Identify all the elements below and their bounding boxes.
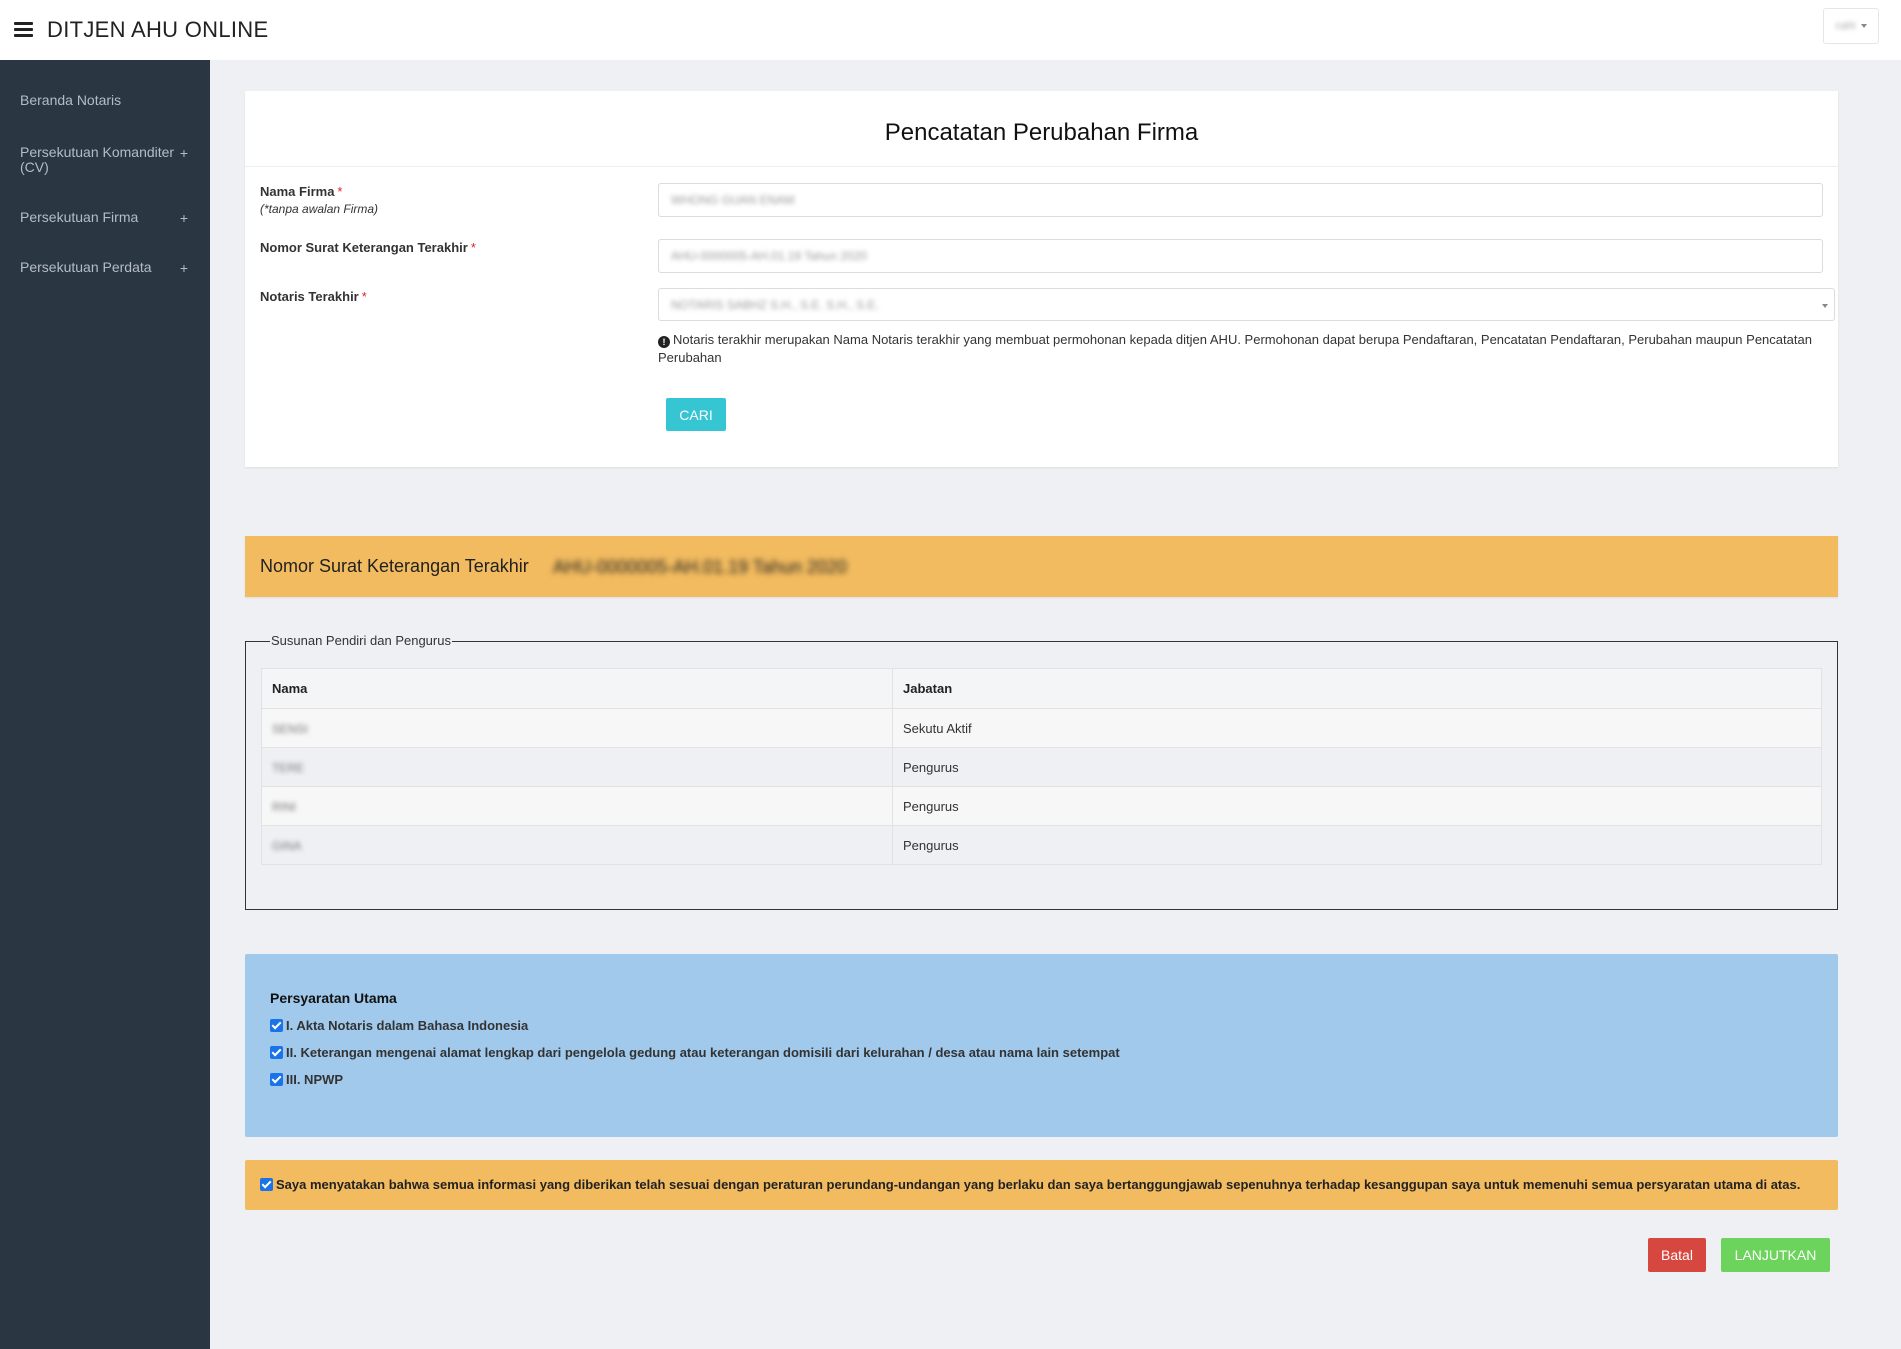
result-banner: Nomor Surat Keterangan Terakhir AHU-0000…: [245, 536, 1838, 597]
cell-jabatan: Pengurus: [892, 825, 1822, 865]
cell-jabatan: Sekutu Aktif: [892, 708, 1822, 748]
menu-toggle-icon[interactable]: [14, 22, 33, 37]
notaris-label: Notaris Terakhir *: [260, 289, 367, 304]
app-title: DITJEN AHU ONLINE: [47, 17, 269, 42]
requirements-panel: Persyaratan Utama I. Akta Notaris dalam …: [245, 954, 1838, 1137]
cell-nama: TERE: [261, 747, 893, 787]
agreement-label: Saya menyatakan bahwa semua informasi ya…: [276, 1177, 1801, 1192]
cell-nama: SENSI: [261, 708, 893, 748]
search-form-card: Pencatatan Perubahan Firma Nama Firma * (…: [245, 91, 1838, 467]
nomor-surat-label: Nomor Surat Keterangan Terakhir *: [260, 240, 476, 255]
search-button[interactable]: CARI: [666, 398, 726, 431]
banner-value: AHU-0000005-AH.01.19 Tahun 2020: [553, 557, 847, 577]
requirement-item: I. Akta Notaris dalam Bahasa Indonesia: [270, 1018, 528, 1033]
plus-icon: +: [179, 210, 188, 226]
nama-firma-sublabel: (*tanpa awalan Firma): [260, 202, 379, 216]
table-row: RINI Pengurus: [261, 786, 1822, 826]
chevron-down-icon: [1822, 304, 1828, 308]
agreement-item: Saya menyatakan bahwa semua informasi ya…: [260, 1177, 1800, 1192]
requirement-label: I. Akta Notaris dalam Bahasa Indonesia: [286, 1018, 529, 1033]
required-mark: *: [361, 289, 367, 304]
notaris-help-text: ! Notaris terakhir merupakan Nama Notaris…: [658, 332, 1812, 365]
sidebar-item-label: Persekutuan Perdata: [20, 259, 152, 275]
agreement-panel: Saya menyatakan bahwa semua informasi ya…: [245, 1160, 1838, 1210]
agreement-checkbox[interactable]: [260, 1178, 273, 1191]
divider: [245, 166, 1838, 167]
continue-button[interactable]: LANJUTKAN: [1721, 1238, 1830, 1272]
user-name: cahi: [1835, 20, 1856, 32]
requirement-label: II. Keterangan mengenai alamat lengkap d…: [286, 1045, 1120, 1060]
cell-jabatan: Pengurus: [892, 747, 1822, 787]
sidebar-item-label: Persekutuan Firma: [20, 209, 139, 225]
requirement-item: III. NPWP: [270, 1072, 343, 1087]
founders-table: Nama Jabatan SENSI Sekutu Aktif TERE Pen…: [261, 668, 1822, 865]
column-header-jabatan: Jabatan: [892, 668, 1822, 709]
requirements-title: Persyaratan Utama: [270, 990, 397, 1006]
table-row: SENSI Sekutu Aktif: [261, 708, 1822, 748]
cancel-button[interactable]: Batal: [1648, 1238, 1706, 1272]
required-mark: *: [337, 184, 343, 199]
nama-firma-input[interactable]: WHONG GUAN ENAM: [658, 183, 1823, 217]
sidebar-item-beranda-notaris[interactable]: Beranda Notaris: [0, 92, 141, 108]
column-header-nama: Nama: [261, 668, 893, 709]
required-mark: *: [470, 240, 476, 255]
sidebar: Beranda Notaris Persekutuan Komanditer (…: [0, 60, 210, 1349]
sidebar-item-persekutuan-komanditer[interactable]: Persekutuan Komanditer (CV) +: [0, 145, 210, 175]
nama-firma-label: Nama Firma *: [260, 184, 343, 199]
plus-icon: +: [179, 260, 188, 276]
fieldset-legend: Susunan Pendiri dan Pengurus: [270, 633, 452, 648]
cell-jabatan: Pengurus: [892, 786, 1822, 826]
sidebar-item-persekutuan-firma[interactable]: Persekutuan Firma +: [0, 209, 210, 226]
sidebar-item-label: Persekutuan Komanditer (CV): [20, 144, 175, 175]
requirement-checkbox[interactable]: [270, 1046, 283, 1059]
notaris-select[interactable]: NOTARIS SABHZ S.H., S.E. S.H., S.E.: [658, 288, 1835, 321]
requirement-item: II. Keterangan mengenai alamat lengkap d…: [270, 1045, 1120, 1060]
user-menu[interactable]: cahi: [1823, 8, 1879, 44]
requirement-checkbox[interactable]: [270, 1019, 283, 1032]
requirement-label: III. NPWP: [286, 1072, 344, 1087]
sidebar-item-persekutuan-perdata[interactable]: Persekutuan Perdata +: [0, 259, 210, 276]
table-row: GINA Pengurus: [261, 825, 1822, 865]
requirement-checkbox[interactable]: [270, 1073, 283, 1086]
founders-fieldset: Susunan Pendiri dan Pengurus Nama Jabata…: [245, 633, 1838, 910]
plus-icon: +: [179, 145, 188, 161]
info-icon: !: [658, 336, 670, 348]
cell-nama: GINA: [261, 825, 893, 865]
top-bar: DITJEN AHU ONLINE cahi: [0, 0, 1901, 60]
cell-nama: RINI: [261, 786, 893, 826]
banner-label: Nomor Surat Keterangan Terakhir: [260, 556, 529, 576]
sidebar-item-label: Beranda Notaris: [20, 92, 122, 108]
table-row: TERE Pengurus: [261, 747, 1822, 787]
nomor-surat-input[interactable]: AHU-0000005-AH.01.19 Tahun 2020: [658, 239, 1823, 273]
table-header-row: Nama Jabatan: [261, 668, 1822, 709]
chevron-down-icon: [1860, 24, 1867, 28]
page-title: Pencatatan Perubahan Firma: [884, 119, 1199, 146]
